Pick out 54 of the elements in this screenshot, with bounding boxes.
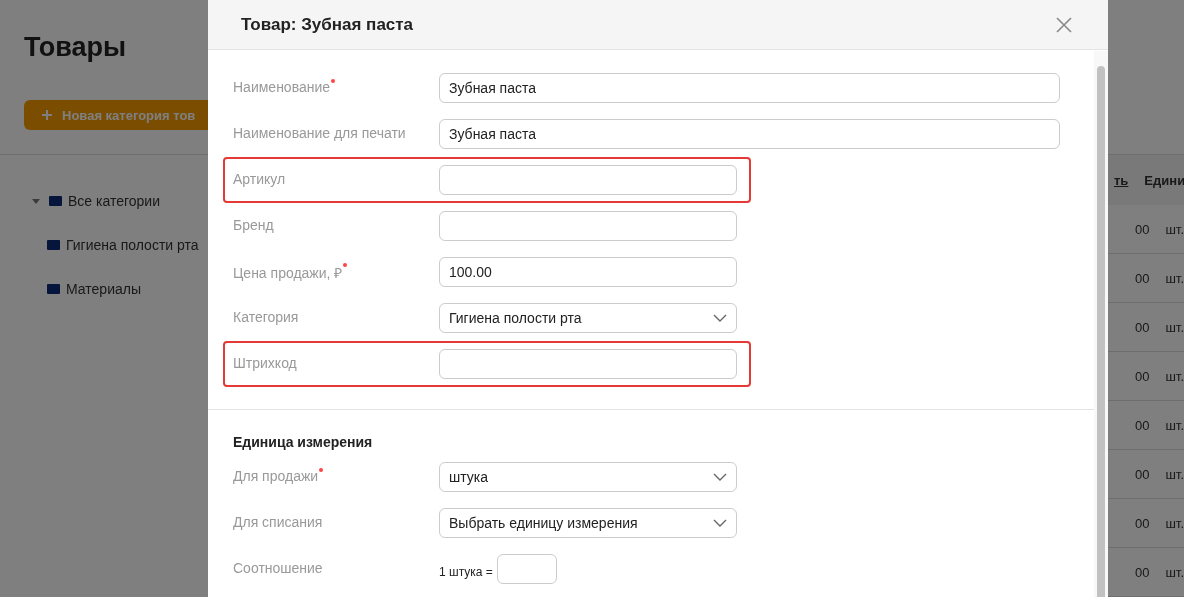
table-cell: шт. — [1165, 515, 1184, 531]
tree-item[interactable]: Все категории — [68, 193, 160, 209]
table-cell-text: 00 — [1133, 270, 1151, 286]
dialog-title: Товар: Зубная паста — [241, 14, 414, 35]
folder-icon — [47, 284, 60, 294]
field-label: Соотношение — [233, 560, 323, 576]
table-cell: шт. — [1165, 368, 1184, 384]
table-cell-text: 00 — [1133, 368, 1151, 384]
column-header: Едини — [1144, 172, 1184, 188]
field-label: Для списания — [233, 514, 323, 530]
ratio-text: 1 штука = — [439, 565, 493, 579]
close-icon[interactable] — [1056, 16, 1072, 33]
input-field[interactable]: 100.00 — [439, 257, 737, 287]
chevron-down-icon — [713, 473, 727, 481]
input-field[interactable]: Зубная паста — [439, 119, 1060, 149]
field-label: Цена продажи, ₽ — [233, 264, 343, 282]
select-field[interactable]: Гигиена полости рта — [439, 303, 737, 333]
chevron-down-icon — [713, 519, 727, 527]
table-cell: шт. — [1165, 270, 1184, 286]
caret-icon[interactable] — [32, 198, 40, 204]
field-label: Бренд — [233, 217, 274, 233]
chevron-down-icon — [713, 314, 727, 322]
table-cell: шт. — [1165, 221, 1184, 237]
table-cell-text: 00 — [1133, 417, 1151, 433]
select-field[interactable]: штука — [439, 462, 737, 492]
field-label: Наименование для печати — [233, 125, 406, 141]
field-label: Для продажи — [233, 468, 319, 484]
scrollbar-thumb[interactable] — [1097, 66, 1105, 597]
field-label: Категория — [233, 309, 299, 325]
field-label: Наименование — [233, 79, 331, 95]
folder-icon — [47, 240, 60, 250]
input-field[interactable] — [439, 165, 737, 195]
table-cell-text: 00 — [1133, 515, 1151, 531]
table-cell: шт. — [1165, 466, 1184, 482]
table-cell-text: 00 — [1133, 221, 1151, 237]
column-header[interactable]: ть — [1114, 172, 1145, 188]
table-cell: шт. — [1165, 564, 1184, 580]
input-field[interactable] — [439, 211, 737, 241]
table-cell-text: 00 — [1133, 466, 1151, 482]
select-field[interactable]: Выбрать единицу измерения — [439, 508, 737, 538]
table-cell: шт. — [1165, 319, 1184, 335]
page-title: Товары — [24, 32, 128, 64]
input-field[interactable]: Зубная паста — [439, 73, 1060, 103]
folder-icon — [49, 196, 62, 206]
table-cell-text: 00 — [1133, 319, 1151, 335]
field-label: Штрихкод — [233, 355, 297, 371]
section-heading: Единица измерения — [233, 434, 374, 450]
tree-item[interactable]: Гигиена полости рта — [66, 237, 199, 253]
table-cell-text: 00 — [1133, 564, 1151, 580]
tree-item[interactable]: Материалы — [66, 281, 141, 297]
table-cell: шт. — [1165, 417, 1184, 433]
field-label: Артикул — [233, 171, 286, 187]
input-field[interactable] — [439, 349, 737, 379]
input-field[interactable] — [496, 554, 557, 584]
